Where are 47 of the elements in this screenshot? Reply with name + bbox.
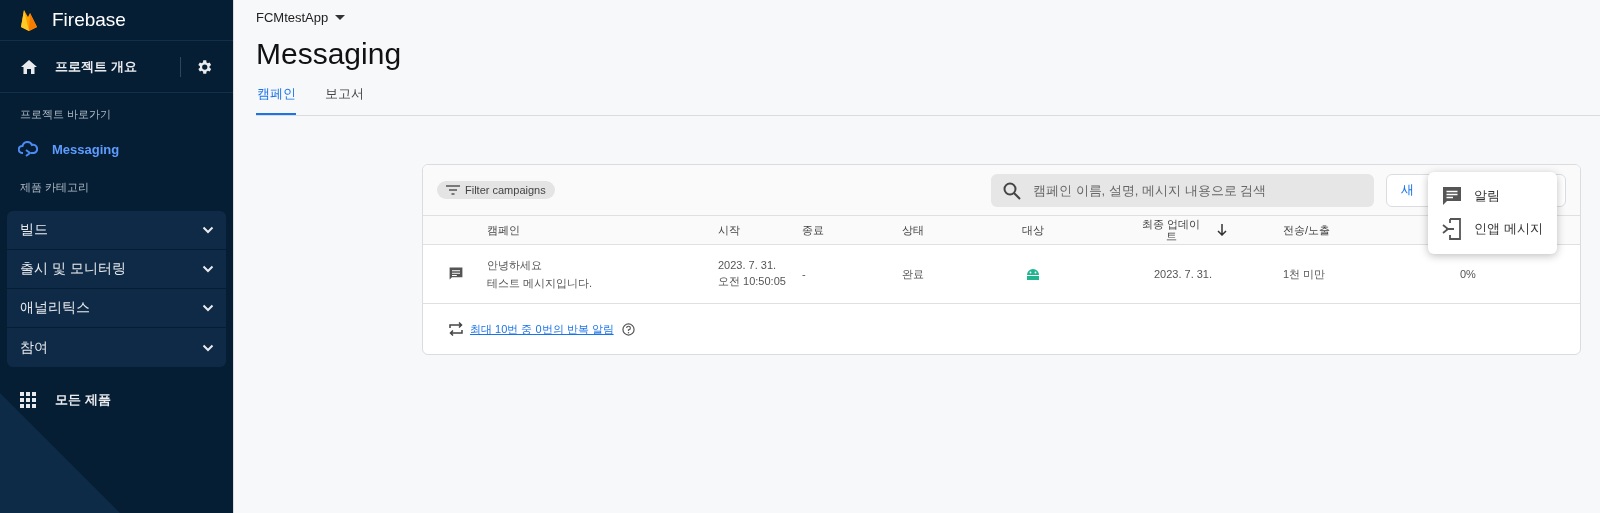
search-icon (1003, 181, 1021, 200)
tab[interactable]: 보고서 (324, 81, 364, 115)
in-app-message-icon (1442, 218, 1462, 240)
table-cell: - (802, 268, 806, 280)
cloud-icon (18, 140, 38, 158)
flame-icon (20, 8, 38, 32)
column-header: 대상 (1022, 222, 1044, 238)
table-cell: 0% (1460, 268, 1476, 280)
table-cell: 완료 (902, 266, 924, 282)
table-cell: 2023. 7. 31. (1153, 268, 1213, 280)
campaign-name: 안녕하세요 테스트 메시지입니다. (487, 257, 593, 291)
project-overview-link[interactable]: 프로젝트 개요 (20, 57, 180, 76)
category-item[interactable]: 참여 (7, 328, 226, 367)
column-header: 상태 (902, 222, 924, 238)
start-time: 2023. 7. 31. 오전 10:50:05 (718, 259, 786, 289)
section-label: 제품 카테고리 (19, 180, 91, 195)
message-icon (448, 266, 464, 282)
project-selector[interactable]: FCMtestApp (256, 10, 346, 25)
table-cell: 1천 미만 (1283, 266, 1326, 282)
home-icon (20, 58, 38, 75)
grid-icon (20, 392, 36, 408)
page-title: Messaging (256, 37, 403, 71)
column-header: 캠페인 (487, 222, 520, 238)
filter-icon (446, 185, 460, 195)
column-header: 시작 (718, 222, 740, 238)
column-header: 종료 (802, 222, 824, 238)
category-item[interactable]: 애널리틱스 (7, 289, 226, 328)
android-icon (1025, 268, 1041, 280)
menu-item[interactable]: 인앱 메시지 (1428, 212, 1557, 246)
filter-chip[interactable]: Filter campaigns (437, 181, 555, 199)
all-products-link[interactable]: 모든 제품 (0, 381, 233, 419)
dropdown-icon (335, 14, 346, 21)
repeat-notifications-link[interactable]: 최대 10번 중 0번의 반복 알림 (470, 321, 614, 337)
message-icon (1442, 186, 1462, 206)
menu-item[interactable]: 알림 (1428, 180, 1557, 212)
section-label: 프로젝트 바로가기 (19, 107, 113, 122)
category-item[interactable]: 출시 및 모니터링 (7, 250, 226, 289)
search-field[interactable]: 캠페인 이름, 설명, 메시지 내용으로 검색 (991, 173, 1374, 207)
repeat-icon (448, 321, 464, 337)
column-header: 전송/노출 (1283, 222, 1331, 238)
sort-arrow-icon (1217, 224, 1227, 236)
column-header[interactable]: 최종 업데이트 (1139, 218, 1227, 242)
category-item[interactable]: 빌드 (7, 211, 226, 250)
messaging-link[interactable]: Messaging (0, 132, 233, 166)
help-icon[interactable] (621, 322, 635, 336)
tab[interactable]: 캠페인 (256, 81, 296, 115)
brand-name: Firebase (52, 9, 126, 31)
